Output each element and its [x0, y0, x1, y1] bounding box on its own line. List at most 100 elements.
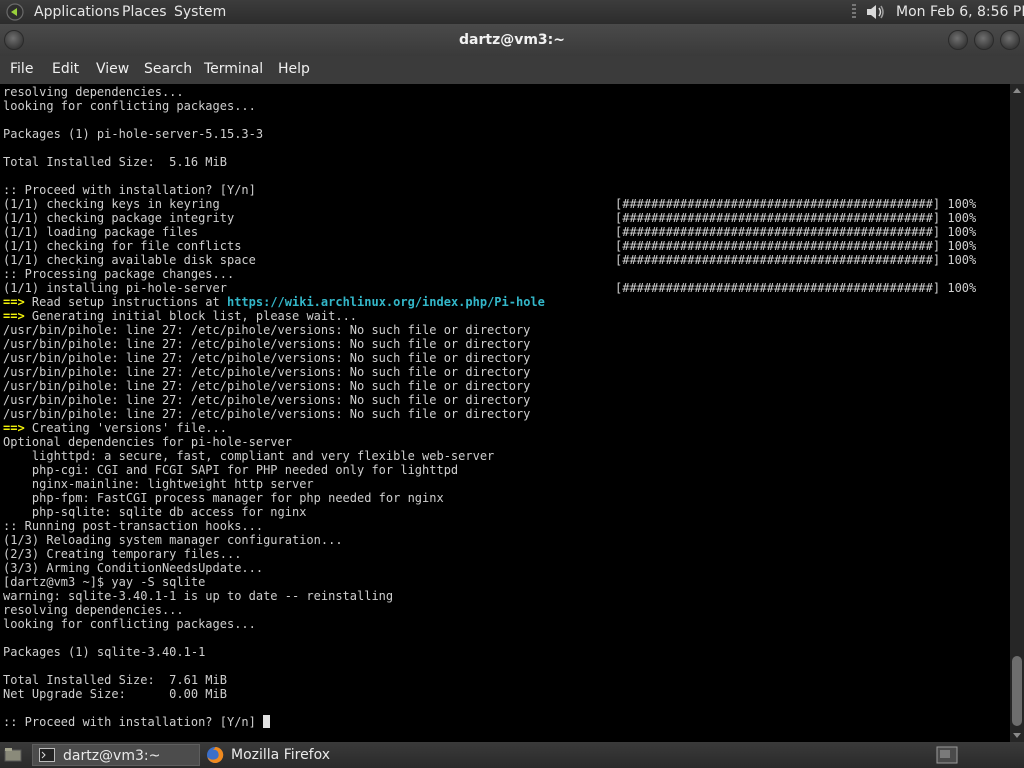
terminal-line: lighttpd: a secure, fast, compliant and … — [3, 449, 545, 463]
terminal-line: :: Processing package changes... — [3, 267, 545, 281]
line-text: Net Upgrade Size: 0.00 MiB — [3, 687, 227, 701]
terminal-line: /usr/bin/pihole: line 27: /etc/pihole/ve… — [3, 365, 545, 379]
line-text: looking for conflicting packages... — [3, 617, 256, 631]
top-panel: Applications Places System Mon Feb 6, 8:… — [0, 0, 1024, 24]
line-text: :: Proceed with installation? [Y/n] — [3, 715, 264, 729]
line-text: (1/1) checking for file conflicts — [3, 239, 242, 253]
line-text: /usr/bin/pihole: line 27: /etc/pihole/ve… — [3, 365, 531, 379]
line-text: (1/1) loading package files — [3, 225, 199, 239]
menu-search[interactable]: Search — [144, 61, 192, 77]
menu-file[interactable]: File — [10, 61, 33, 77]
terminal-line: php-cgi: CGI and FCGI SAPI for PHP neede… — [3, 463, 545, 477]
progress-bar: [#######################################… — [615, 197, 976, 211]
panel-separator — [852, 4, 856, 20]
progress-bar: [#######################################… — [615, 239, 976, 253]
line-text: (1/3) Reloading system manager configura… — [3, 533, 343, 547]
terminal-line: (1/1) checking available disk space [####… — [3, 253, 976, 267]
terminal-line: (1/1) loading package files [############… — [3, 225, 976, 239]
scroll-down-icon[interactable] — [1013, 733, 1021, 738]
progress-bar: [#######################################… — [615, 253, 976, 267]
progress-percent: 100% — [947, 281, 977, 295]
terminal-line: (1/1) installing pi-hole-server [########… — [3, 281, 976, 295]
gnome-foot-icon[interactable] — [6, 3, 24, 21]
close-icon[interactable] — [1000, 30, 1020, 50]
task-label: Mozilla Firefox — [231, 747, 331, 763]
terminal-line: Net Upgrade Size: 0.00 MiB — [3, 687, 545, 701]
terminal-line: php-fpm: FastCGI process manager for php… — [3, 491, 545, 505]
line-text: Total Installed Size: 7.61 MiB — [3, 673, 227, 687]
terminal-line: /usr/bin/pihole: line 27: /etc/pihole/ve… — [3, 351, 545, 365]
show-desktop-icon[interactable] — [4, 747, 22, 763]
progress-percent: 100% — [947, 253, 977, 267]
terminal-line: :: Proceed with installation? [Y/n] — [3, 715, 545, 729]
terminal-output[interactable]: resolving dependencies... looking for con… — [0, 84, 1010, 742]
terminal-line: (1/1) checking keys in keyring [#########… — [3, 197, 976, 211]
menu-system[interactable]: System — [174, 4, 226, 20]
line-text: Total Installed Size: 5.16 MiB — [3, 155, 227, 169]
line-text: Read setup instructions at — [24, 295, 227, 309]
terminal-line: /usr/bin/pihole: line 27: /etc/pihole/ve… — [3, 337, 545, 351]
menu-edit[interactable]: Edit — [52, 61, 79, 77]
terminal-line: /usr/bin/pihole: line 27: /etc/pihole/ve… — [3, 393, 545, 407]
progress-bar-text: [#######################################… — [615, 253, 941, 267]
speaker-icon[interactable] — [864, 2, 888, 22]
terminal-line: resolving dependencies... — [3, 603, 545, 617]
line-text: (1/1) checking keys in keyring — [3, 197, 220, 211]
line-text: Optional dependencies for pi-hole-server — [3, 435, 292, 449]
line-text: :: Proceed with installation? [Y/n] — [3, 183, 256, 197]
terminal-line: looking for conflicting packages... — [3, 99, 545, 113]
vertical-scrollbar[interactable] — [1010, 84, 1024, 742]
line-text: /usr/bin/pihole: line 27: /etc/pihole/ve… — [3, 323, 531, 337]
line-text: (2/3) Creating temporary files... — [3, 547, 242, 561]
terminal-line: (1/1) checking for file conflicts [######… — [3, 239, 976, 253]
line-text: (1/1) checking package integrity — [3, 211, 235, 225]
minimize-icon[interactable] — [948, 30, 968, 50]
terminal-line: ==> Generating initial block list, pleas… — [3, 309, 545, 323]
terminal-line: Packages (1) pi-hole-server-5.15.3-3 — [3, 127, 545, 141]
menu-applications[interactable]: Applications — [34, 4, 120, 20]
url-link[interactable]: https://wiki.archlinux.org/index.php/Pi-… — [227, 295, 545, 309]
firefox-icon — [207, 746, 224, 763]
terminal-line: :: Running post-transaction hooks... — [3, 519, 545, 533]
terminal-line: [dartz@vm3 ~]$ yay -S sqlite — [3, 575, 545, 589]
progress-bar-text: [#######################################… — [615, 225, 941, 239]
terminal-line: Optional dependencies for pi-hole-server — [3, 435, 545, 449]
terminal-icon — [39, 748, 55, 762]
terminal-lines: resolving dependencies... looking for con… — [3, 85, 976, 729]
progress-percent: 100% — [947, 225, 977, 239]
line-text: (1/1) checking available disk space — [3, 253, 256, 267]
line-text: /usr/bin/pihole: line 27: /etc/pihole/ve… — [3, 337, 531, 351]
line-text: Packages (1) sqlite-3.40.1-1 — [3, 645, 206, 659]
terminal-line: /usr/bin/pihole: line 27: /etc/pihole/ve… — [3, 379, 545, 393]
task-label: dartz@vm3:~ — [63, 748, 161, 764]
task-firefox[interactable]: Mozilla Firefox — [202, 744, 402, 766]
progress-bar-text: [#######################################… — [615, 239, 941, 253]
line-text: Generating initial block list, please wa… — [24, 309, 358, 323]
workspace-switcher-icon[interactable] — [936, 746, 958, 764]
menu-view[interactable]: View — [96, 61, 129, 77]
scroll-up-icon[interactable] — [1013, 88, 1021, 93]
terminal-line: php-sqlite: sqlite db access for nginx — [3, 505, 545, 519]
arrow-marker: ==> — [3, 421, 25, 435]
window-title: dartz@vm3:~ — [459, 32, 565, 48]
terminal-line: Total Installed Size: 5.16 MiB — [3, 155, 545, 169]
terminal-line: warning: sqlite-3.40.1-1 is up to date -… — [3, 589, 545, 603]
progress-bar: [#######################################… — [615, 281, 976, 295]
line-text: looking for conflicting packages... — [3, 99, 256, 113]
window-titlebar[interactable]: dartz@vm3:~ — [0, 24, 1024, 56]
menu-places[interactable]: Places — [122, 4, 167, 20]
clock[interactable]: Mon Feb 6, 8:56 PM — [896, 4, 1024, 20]
menubar: File Edit View Search Terminal Help — [0, 56, 1024, 84]
menu-terminal[interactable]: Terminal — [204, 61, 263, 77]
task-terminal[interactable]: dartz@vm3:~ — [32, 744, 200, 766]
line-text: lighttpd: a secure, fast, compliant and … — [3, 449, 495, 463]
scrollbar-thumb[interactable] — [1012, 656, 1022, 726]
maximize-icon[interactable] — [974, 30, 994, 50]
progress-percent: 100% — [947, 197, 977, 211]
menu-help[interactable]: Help — [278, 61, 310, 77]
line-text: Creating 'versions' file... — [24, 421, 227, 435]
